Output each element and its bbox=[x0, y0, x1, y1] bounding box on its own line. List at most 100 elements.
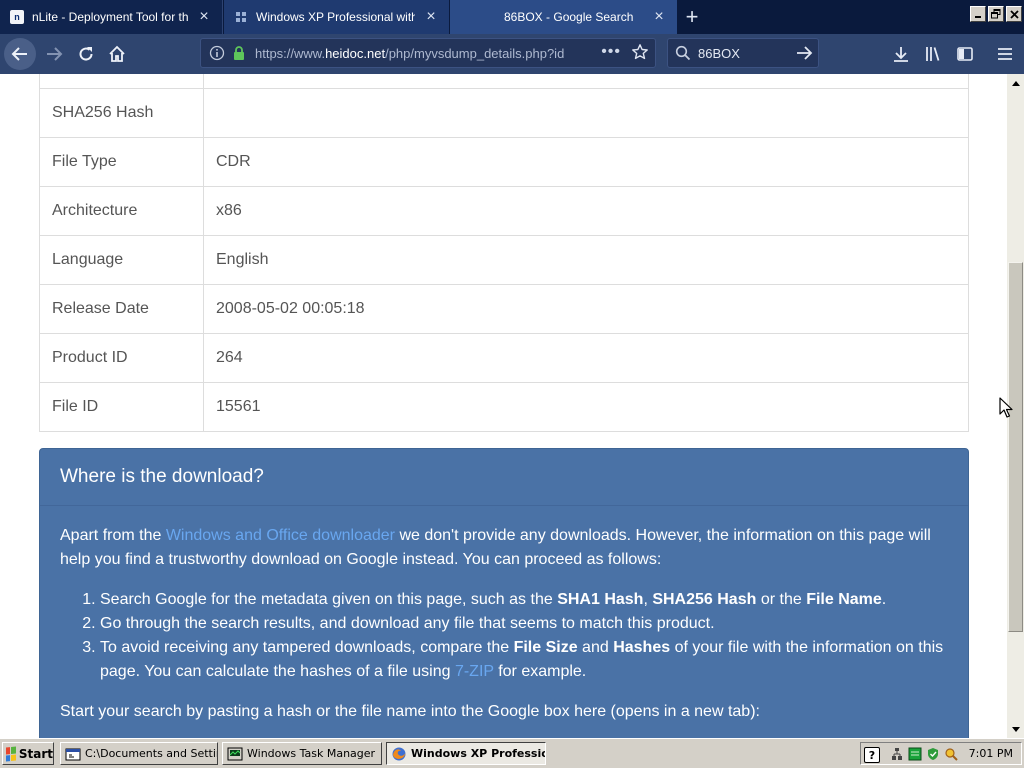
taskbar-item-task-manager[interactable]: Windows Task Manager bbox=[222, 742, 382, 765]
page-content: SHA256 Hash File Type CDR Architecture x… bbox=[0, 74, 1007, 738]
detail-label: Architecture bbox=[39, 186, 204, 236]
tab-title: Windows XP Professional with Service Pac… bbox=[256, 10, 415, 24]
clock[interactable]: 7:01 PM bbox=[969, 747, 1013, 760]
close-tab-icon[interactable]: × bbox=[651, 9, 667, 25]
security-shield-icon[interactable] bbox=[925, 746, 941, 762]
home-icon bbox=[109, 45, 125, 62]
search-input[interactable]: 86BOX bbox=[698, 46, 790, 61]
library-button[interactable] bbox=[918, 38, 948, 70]
network-icon[interactable] bbox=[889, 746, 905, 762]
folder-icon bbox=[65, 746, 81, 762]
url-path: /php/myvsdump_details.php?id bbox=[385, 45, 565, 61]
table-row bbox=[39, 74, 969, 89]
bookmark-star-icon[interactable] bbox=[631, 43, 649, 64]
search-icon bbox=[668, 45, 698, 61]
search-bar[interactable]: 86BOX bbox=[667, 38, 819, 68]
start-label: Start bbox=[18, 746, 53, 761]
panel-heading: Where is the download? bbox=[40, 449, 968, 506]
restore-icon bbox=[991, 9, 1001, 19]
detail-label: SHA256 Hash bbox=[39, 88, 204, 138]
page-actions-menu-icon[interactable]: ••• bbox=[601, 43, 621, 61]
intro-text: Apart from the bbox=[60, 527, 166, 544]
back-button[interactable] bbox=[4, 38, 36, 70]
tab-title: nLite - Deployment Tool for the bootable… bbox=[32, 10, 188, 24]
tab-google-search[interactable]: 86BOX - Google Search × bbox=[450, 0, 677, 34]
google-favicon-icon bbox=[460, 10, 474, 24]
step-text: or the bbox=[756, 591, 807, 608]
detail-label: Product ID bbox=[39, 333, 204, 383]
detail-value: 15561 bbox=[203, 382, 969, 432]
table-row: Language English bbox=[39, 235, 969, 285]
window-controls bbox=[970, 6, 1022, 22]
list-item: Go through the search results, and downl… bbox=[100, 612, 948, 636]
reload-icon bbox=[79, 47, 93, 61]
navigation-toolbar: https://www.heidoc.net/php/myvsdump_deta… bbox=[0, 34, 1024, 74]
7zip-link[interactable]: 7-ZIP bbox=[455, 663, 494, 680]
detail-label: Release Date bbox=[39, 284, 204, 334]
new-tab-button[interactable]: + bbox=[678, 0, 706, 34]
taskbar-item-firefox[interactable]: Windows XP Professio... bbox=[386, 742, 546, 765]
hamburger-menu-button[interactable] bbox=[990, 38, 1020, 70]
search-go-arrow-icon[interactable] bbox=[790, 44, 818, 62]
detail-label: File ID bbox=[39, 382, 204, 432]
taskbar-item-label: Windows Task Manager bbox=[247, 747, 376, 760]
tab-windows-xp[interactable]: Windows XP Professional with Service Pac… bbox=[224, 0, 449, 34]
intro-paragraph: Apart from the Windows and Office downlo… bbox=[60, 524, 948, 572]
site-info-icon[interactable] bbox=[205, 41, 229, 65]
sidebar-toggle-button[interactable] bbox=[950, 38, 980, 70]
hamburger-menu-icon bbox=[998, 48, 1012, 60]
library-icon bbox=[926, 47, 940, 61]
help-icon[interactable]: ? bbox=[864, 747, 880, 763]
step-text: , bbox=[643, 591, 653, 608]
home-button[interactable] bbox=[101, 38, 133, 70]
tab-nlite[interactable]: n nLite - Deployment Tool for the bootab… bbox=[0, 0, 223, 34]
back-arrow-icon bbox=[11, 47, 27, 61]
address-bar[interactable]: https://www.heidoc.net/php/myvsdump_deta… bbox=[200, 38, 656, 68]
forward-button[interactable] bbox=[38, 38, 70, 70]
step-emphasis: SHA1 Hash bbox=[557, 591, 644, 608]
monitor-icon[interactable] bbox=[907, 746, 923, 762]
step-text: . bbox=[881, 591, 887, 608]
outro-paragraph: Start your search by pasting a hash or t… bbox=[60, 703, 760, 720]
step-emphasis: File Name bbox=[806, 591, 882, 608]
search-icon[interactable] bbox=[943, 746, 959, 762]
firefox-icon bbox=[391, 746, 407, 762]
steps-list: Search Google for the metadata given on … bbox=[100, 588, 948, 684]
downloader-link[interactable]: Windows and Office downloader bbox=[166, 527, 395, 544]
list-item: Search Google for the metadata given on … bbox=[100, 588, 948, 612]
close-tab-icon[interactable]: × bbox=[423, 9, 439, 25]
scroll-down-arrow-icon[interactable] bbox=[1007, 721, 1024, 737]
detail-label: Language bbox=[39, 235, 204, 285]
detail-value: x86 bbox=[203, 186, 969, 236]
restore-button[interactable] bbox=[988, 6, 1004, 22]
url-prefix: https://www. bbox=[255, 45, 326, 61]
scrollbar-thumb[interactable] bbox=[1008, 262, 1023, 632]
taskbar: Start C:\Documents and Settings... Windo… bbox=[0, 738, 1024, 768]
step-text: To avoid receiving any tampered download… bbox=[100, 639, 514, 656]
downloads-button[interactable] bbox=[886, 38, 916, 70]
reload-button[interactable] bbox=[70, 38, 102, 70]
close-window-button[interactable] bbox=[1006, 6, 1022, 22]
system-tray: 7:01 PM bbox=[860, 742, 1022, 765]
close-icon bbox=[1009, 9, 1019, 19]
tab-strip: n nLite - Deployment Tool for the bootab… bbox=[0, 0, 1024, 34]
detail-label: File Type bbox=[39, 137, 204, 187]
table-row: File ID 15561 bbox=[39, 382, 969, 432]
taskbar-item-explorer[interactable]: C:\Documents and Settings... bbox=[60, 742, 218, 765]
lock-icon bbox=[231, 46, 247, 60]
detail-value: CDR bbox=[203, 137, 969, 187]
url-text[interactable]: https://www.heidoc.net/php/myvsdump_deta… bbox=[255, 46, 573, 61]
table-row: SHA256 Hash bbox=[39, 88, 969, 138]
scroll-up-arrow-icon[interactable] bbox=[1007, 75, 1024, 91]
close-tab-icon[interactable]: × bbox=[196, 9, 212, 25]
detail-value: 2008-05-02 00:05:18 bbox=[203, 284, 969, 334]
table-row: Product ID 264 bbox=[39, 333, 969, 383]
taskbar-item-label: Windows XP Professio... bbox=[411, 747, 545, 760]
start-button[interactable]: Start bbox=[2, 742, 54, 765]
minimize-button[interactable] bbox=[970, 6, 986, 22]
task-manager-icon bbox=[227, 746, 243, 762]
step-text: and bbox=[577, 639, 614, 656]
download-info-panel: Where is the download? Apart from the Wi… bbox=[39, 448, 969, 738]
mouse-cursor-icon bbox=[999, 397, 1013, 418]
list-item: To avoid receiving any tampered download… bbox=[100, 636, 948, 684]
